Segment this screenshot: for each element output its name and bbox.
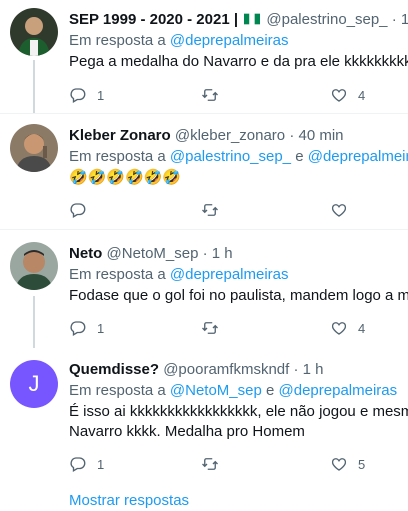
retweet-icon bbox=[202, 204, 218, 216]
like-count: 4 bbox=[358, 87, 366, 103]
display-name[interactable]: Quemdisse? bbox=[69, 361, 159, 378]
like-count: 4 bbox=[358, 320, 366, 336]
heart-icon bbox=[331, 322, 347, 335]
reply-icon bbox=[70, 88, 86, 103]
like-button[interactable]: 5 bbox=[330, 454, 365, 474]
retweet-button[interactable] bbox=[201, 318, 219, 338]
like-button[interactable]: 4 bbox=[330, 85, 365, 105]
reply-button[interactable] bbox=[69, 200, 87, 220]
tweet-actions: 1 5 bbox=[69, 454, 399, 474]
reply-icon bbox=[70, 321, 86, 336]
reply-button[interactable]: 1 bbox=[69, 454, 104, 474]
user-handle[interactable]: @NetoM_sep bbox=[107, 245, 199, 262]
replying-to: Em resposta a @deprepalmeiras bbox=[69, 266, 289, 283]
display-name[interactable]: SEP 1999 - 2020 - 2021 | bbox=[69, 11, 238, 28]
avatar[interactable]: J bbox=[10, 360, 58, 408]
tweet-4[interactable]: J Quemdisse? @pooramfkmskndf · 1 h Em re… bbox=[0, 348, 408, 488]
tweet-actions bbox=[69, 200, 399, 220]
heart-icon bbox=[331, 458, 347, 471]
reply-icon bbox=[70, 457, 86, 472]
timestamp[interactable]: · 1 h bbox=[203, 245, 233, 262]
tweet-text: Fodase que o gol foi no paulista, mandem… bbox=[69, 287, 408, 304]
retweet-button[interactable] bbox=[201, 85, 219, 105]
mention-link[interactable]: @deprepalmeiras bbox=[279, 382, 398, 399]
tweet-header: SEP 1999 - 2020 - 2021 | @palestrino_sep… bbox=[69, 10, 408, 30]
heart-icon bbox=[331, 89, 347, 102]
tweet-header: Neto @NetoM_sep · 1 h bbox=[69, 244, 408, 264]
nigeria-flag-emoji bbox=[244, 13, 261, 25]
tweet-text-line: É isso ai kkkkkkkkkkkkkkkkk, ele não jog… bbox=[69, 403, 408, 420]
mention-link[interactable]: @NetoM_sep bbox=[170, 382, 262, 399]
mention-link[interactable]: @palestrino_sep_ bbox=[170, 148, 291, 165]
replying-to: Em resposta a @palestrino_sep_ e @deprep… bbox=[69, 147, 408, 167]
retweet-button[interactable] bbox=[201, 200, 219, 220]
tweet-header: Quemdisse? @pooramfkmskndf · 1 h bbox=[69, 360, 408, 380]
reply-count: 1 bbox=[97, 320, 105, 336]
replying-to: Em resposta a @NetoM_sep e @deprepalmeir… bbox=[69, 382, 398, 399]
user-handle[interactable]: @palestrino_sep_ bbox=[266, 11, 387, 28]
reply-count: 1 bbox=[97, 87, 105, 103]
avatar-letter: J bbox=[28, 371, 40, 396]
retweet-icon bbox=[202, 322, 218, 334]
avatar[interactable] bbox=[10, 8, 58, 56]
show-replies-link[interactable]: Mostrar respostas bbox=[69, 492, 189, 509]
retweet-button[interactable] bbox=[201, 454, 219, 474]
replying-to: Em resposta a @deprepalmeiras bbox=[69, 32, 289, 49]
like-count: 5 bbox=[358, 456, 366, 472]
tweet-text-line: Navarro kkkk. Medalha pro Homem bbox=[69, 423, 305, 440]
tweet-3[interactable]: Neto @NetoM_sep · 1 h Em resposta a @dep… bbox=[0, 230, 408, 348]
tweet-actions: 1 4 bbox=[69, 318, 399, 338]
avatar[interactable] bbox=[10, 124, 58, 172]
tweet-text: 🤣🤣🤣🤣🤣🤣 bbox=[69, 169, 182, 186]
heart-icon bbox=[331, 204, 347, 217]
mention-link[interactable]: @deprepalmeiras bbox=[170, 266, 289, 283]
reply-count: 1 bbox=[97, 456, 105, 472]
like-button[interactable]: 4 bbox=[330, 318, 365, 338]
thread-line bbox=[33, 296, 35, 348]
like-button[interactable] bbox=[330, 200, 348, 220]
retweet-icon bbox=[202, 89, 218, 101]
thread-line bbox=[33, 60, 35, 113]
retweet-icon bbox=[202, 458, 218, 470]
user-handle[interactable]: @pooramfkmskndf bbox=[163, 361, 289, 378]
timestamp[interactable]: · 1 bbox=[392, 11, 408, 28]
tweet-header: Kleber Zonaro @kleber_zonaro · 40 min bbox=[69, 126, 408, 146]
mention-link[interactable]: @deprepalmeiras bbox=[308, 148, 408, 165]
tweet-text: Pega a medalha do Navarro e da pra ele k… bbox=[69, 53, 408, 70]
avatar[interactable] bbox=[10, 242, 58, 290]
mention-link[interactable]: @deprepalmeiras bbox=[170, 32, 289, 49]
reply-button[interactable]: 1 bbox=[69, 318, 104, 338]
tweet-actions: 1 4 bbox=[69, 85, 399, 105]
timestamp[interactable]: · 1 h bbox=[293, 361, 323, 378]
tweet-2[interactable]: Kleber Zonaro @kleber_zonaro · 40 min Em… bbox=[0, 114, 408, 224]
reply-button[interactable]: 1 bbox=[69, 85, 104, 105]
display-name[interactable]: Kleber Zonaro bbox=[69, 127, 171, 144]
tweet-1[interactable]: SEP 1999 - 2020 - 2021 | @palestrino_sep… bbox=[0, 0, 408, 113]
display-name[interactable]: Neto bbox=[69, 245, 102, 262]
timestamp[interactable]: · 40 min bbox=[289, 127, 343, 144]
user-handle[interactable]: @kleber_zonaro bbox=[175, 127, 285, 144]
reply-icon bbox=[70, 203, 86, 218]
